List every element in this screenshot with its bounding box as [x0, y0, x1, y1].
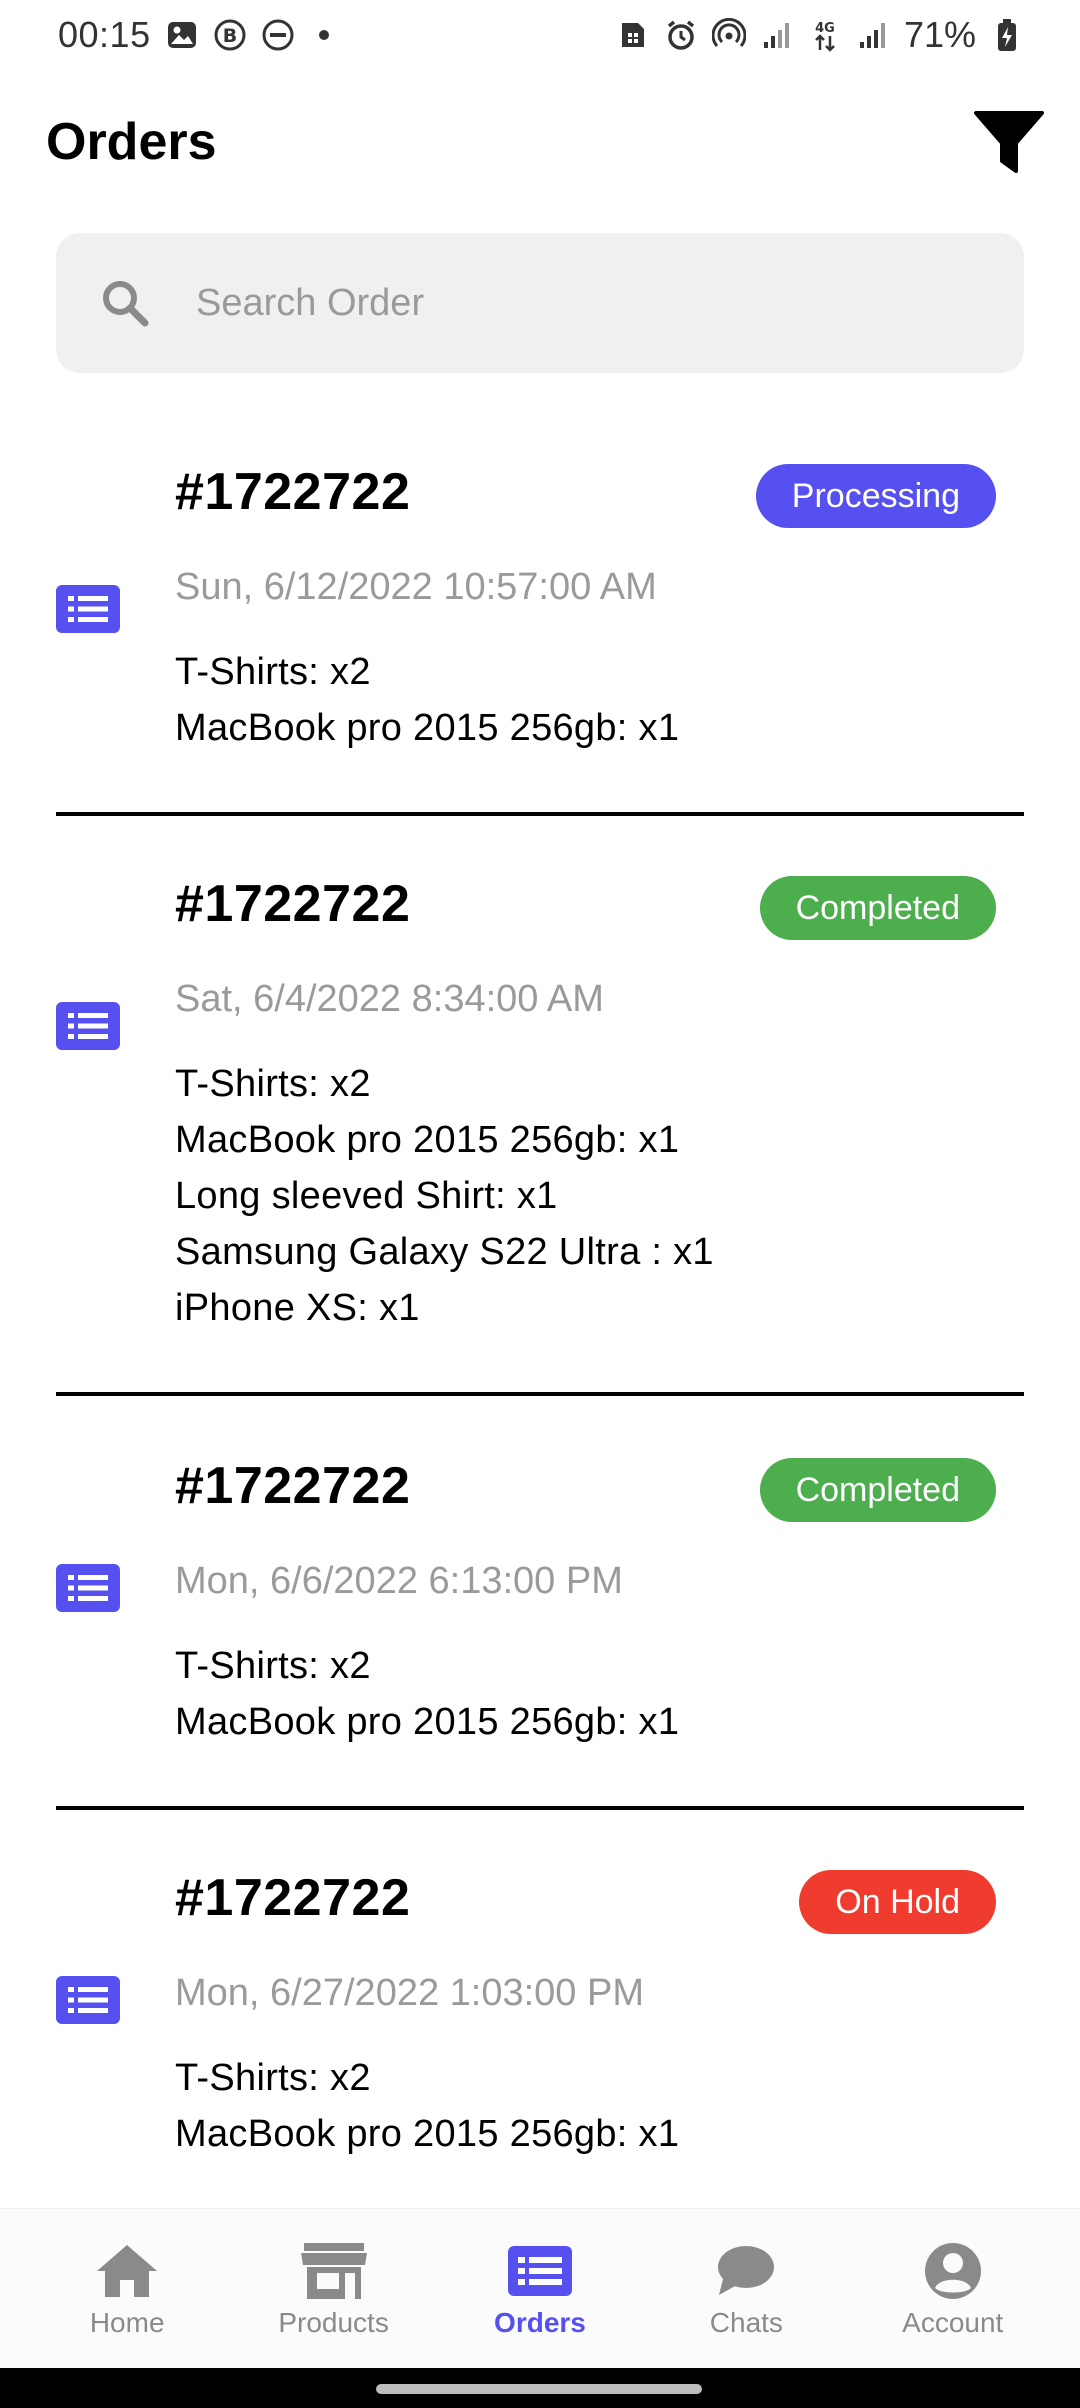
order-list-icon	[56, 1564, 120, 1612]
nav-item-products[interactable]: Products	[244, 2239, 424, 2339]
order-items: T-Shirts: x2 MacBook pro 2015 256gb: x1	[175, 2050, 679, 2162]
order-number: #1722722	[175, 875, 411, 933]
order-card[interactable]: #1722722 Completed Sat, 6/4/2022 8:34:00…	[0, 816, 1080, 1398]
order-list: #1722722 Processing Sun, 6/12/2022 10:57…	[0, 420, 1080, 2208]
order-card[interactable]: #1722722 Processing Sun, 6/12/2022 10:57…	[0, 420, 1080, 816]
order-list-icon	[56, 585, 120, 633]
filter-button[interactable]	[972, 105, 1046, 179]
status-badge: On Hold	[799, 1870, 996, 1934]
order-card[interactable]: #1722722 Completed Mon, 6/6/2022 6:13:00…	[0, 1398, 1080, 1810]
order-card[interactable]: #1722722 On Hold Mon, 6/27/2022 1:03:00 …	[0, 1810, 1080, 2208]
system-nav-bar	[0, 2368, 1080, 2408]
nav-item-chats[interactable]: Chats	[656, 2239, 836, 2339]
order-items: T-Shirts: x2 MacBook pro 2015 256gb: x1	[175, 644, 679, 756]
battery-percent: 71%	[903, 14, 976, 55]
order-date: Sat, 6/4/2022 8:34:00 AM	[175, 978, 604, 1020]
nav-label: Home	[89, 2307, 165, 2338]
nav-item-orders[interactable]: Orders	[450, 2239, 630, 2339]
do-not-disturb-icon	[261, 18, 295, 52]
order-items: T-Shirts: x2 MacBook pro 2015 256gb: x1	[175, 1638, 679, 1750]
order-item: MacBook pro 2015 256gb: x1	[175, 1119, 680, 1161]
account-icon	[918, 2239, 988, 2303]
home-icon	[92, 2239, 162, 2303]
nav-label: Account	[902, 2307, 1004, 2338]
filter-icon	[974, 111, 1044, 173]
order-items: T-Shirts: x2 MacBook pro 2015 256gb: x1 …	[175, 1056, 714, 1336]
search-input[interactable]	[196, 281, 976, 325]
list-icon	[505, 2239, 575, 2303]
search-icon	[98, 276, 152, 330]
order-item: T-Shirts: x2	[175, 1645, 371, 1687]
signal-icon	[760, 18, 794, 52]
order-list-icon	[56, 1976, 120, 2024]
order-number: #1722722	[175, 463, 411, 521]
order-item: T-Shirts: x2	[175, 651, 371, 693]
sim-icon	[616, 18, 650, 52]
nav-label: Orders	[494, 2307, 586, 2338]
page-title: Orders	[46, 113, 217, 171]
notification-dot-icon	[318, 30, 329, 40]
svg-text:4G: 4G	[815, 21, 835, 36]
status-left: 00:15 B	[58, 14, 329, 56]
order-item: MacBook pro 2015 256gb: x1	[175, 2113, 680, 2155]
nav-item-account[interactable]: Account	[863, 2239, 1043, 2339]
divider	[56, 1392, 1024, 1396]
order-item: Long sleeved Shirt: x1	[175, 1175, 558, 1217]
bottom-nav: Home Products Orders Chats Account	[0, 2208, 1080, 2368]
status-bar: 00:15 B 4G 71%	[0, 0, 1080, 70]
status-badge: Processing	[755, 464, 996, 528]
alarm-icon	[664, 18, 698, 52]
status-right: 4G 71%	[616, 14, 1024, 56]
order-item: T-Shirts: x2	[175, 1063, 371, 1105]
home-gesture-pill[interactable]	[376, 2384, 702, 2394]
order-list-icon	[56, 1002, 120, 1050]
order-item: Samsung Galaxy S22 Ultra : x1	[175, 1231, 714, 1273]
hotspot-icon	[711, 18, 746, 52]
gallery-notification-icon	[165, 18, 199, 52]
app-header: Orders	[0, 100, 1080, 184]
nav-item-home[interactable]: Home	[37, 2239, 217, 2339]
order-item: MacBook pro 2015 256gb: x1	[175, 707, 680, 749]
svg-text:B: B	[222, 25, 236, 47]
order-date: Sun, 6/12/2022 10:57:00 AM	[175, 566, 657, 608]
order-date: Mon, 6/27/2022 1:03:00 PM	[175, 1972, 644, 2014]
store-icon	[299, 2239, 369, 2303]
status-time: 00:15	[58, 14, 151, 55]
order-number: #1722722	[175, 1869, 411, 1927]
order-item: iPhone XS: x1	[175, 1287, 420, 1329]
signal-2-icon	[856, 18, 890, 52]
status-badge: Completed	[759, 1458, 996, 1522]
order-item: T-Shirts: x2	[175, 2057, 371, 2099]
order-number: #1722722	[175, 1457, 411, 1515]
nav-label: Chats	[709, 2307, 783, 2338]
order-item: MacBook pro 2015 256gb: x1	[175, 1701, 680, 1743]
4g-data-icon: 4G	[808, 18, 842, 52]
chat-bubble-icon	[711, 2239, 781, 2303]
b-circle-icon: B	[213, 18, 247, 52]
nav-label: Products	[278, 2307, 389, 2338]
search-bar[interactable]	[56, 233, 1024, 373]
orders-screen: 00:15 B 4G 71% Orders Search Order #1722…	[0, 0, 1080, 2408]
order-date: Mon, 6/6/2022 6:13:00 PM	[175, 1560, 623, 1602]
status-badge: Completed	[759, 876, 996, 940]
battery-charging-icon	[990, 18, 1024, 52]
